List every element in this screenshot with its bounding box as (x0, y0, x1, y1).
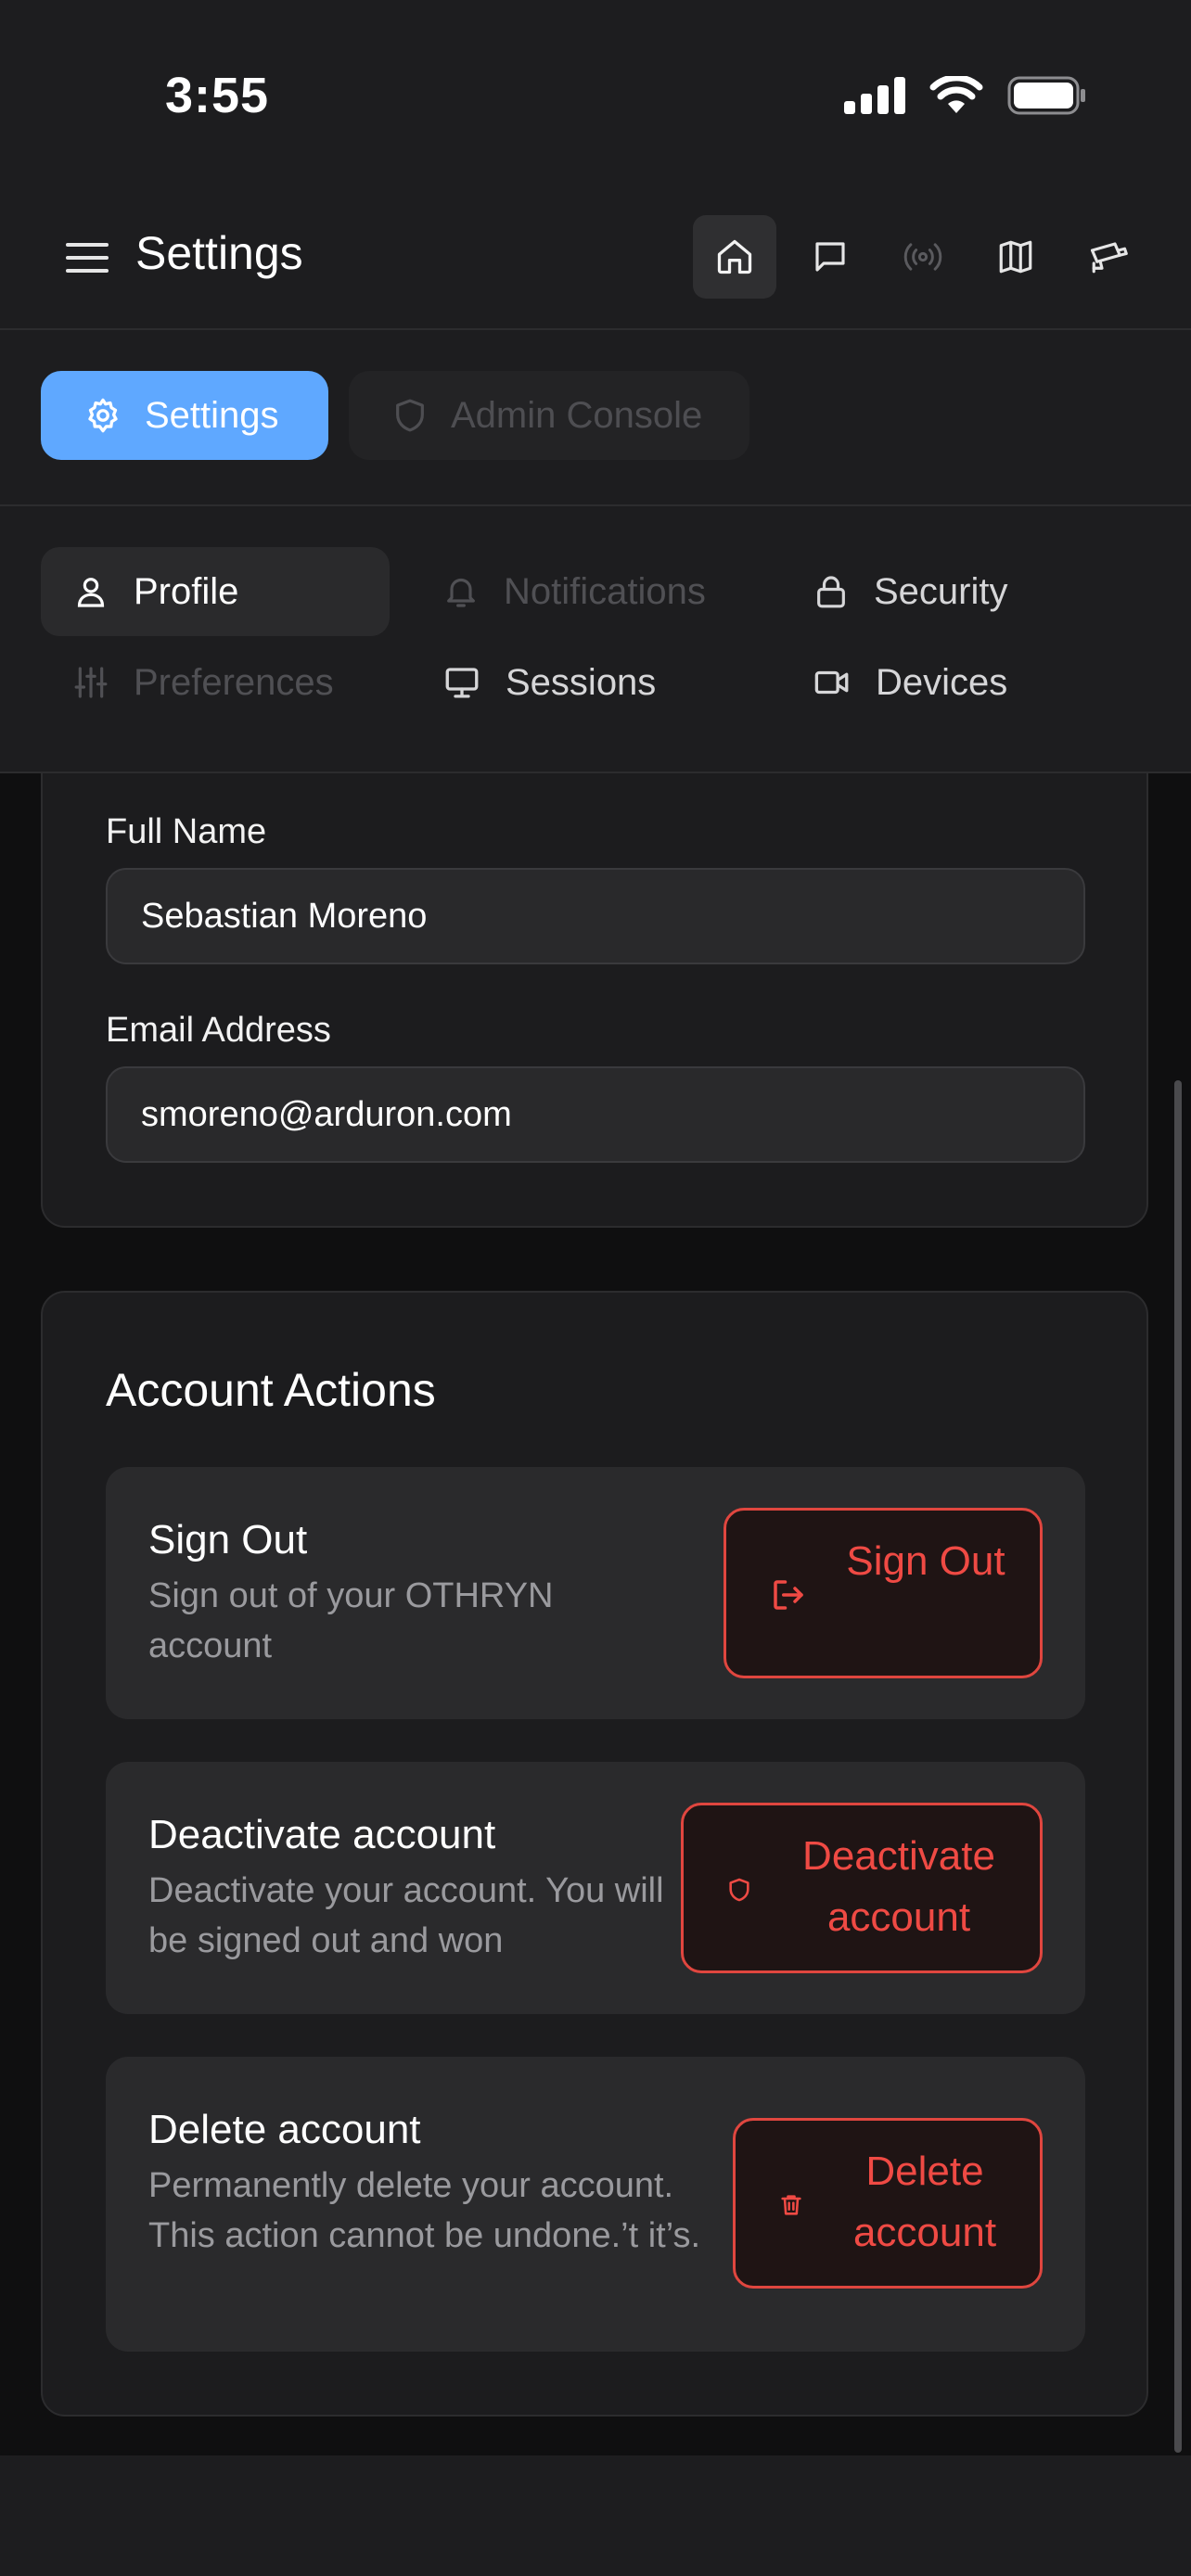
status-bar: 3:55 (0, 0, 1191, 185)
subtab-notifications[interactable]: Notifications (411, 547, 760, 636)
subtab-sessions-label: Sessions (506, 661, 657, 703)
subtab-preferences-label: Preferences (134, 661, 334, 703)
subtab-security-label: Security (874, 570, 1008, 612)
sign-out-button[interactable]: Sign Out (724, 1508, 1043, 1678)
hamburger-menu-icon (66, 241, 109, 274)
page-title: Settings (135, 227, 303, 279)
action-row-deactivate: Deactivate account Deactivate your accou… (106, 1762, 1085, 2014)
full-name-label: Full Name (106, 812, 267, 851)
tab-admin-console-label: Admin Console (451, 394, 703, 436)
top-tab-bar: Settings Admin Console (0, 330, 1191, 506)
home-icon (714, 236, 755, 277)
scrollbar[interactable] (1174, 1080, 1182, 2453)
subtab-notifications-label: Notifications (504, 570, 706, 612)
subtab-profile[interactable]: Profile (41, 547, 390, 636)
subtab-sessions[interactable]: Sessions (411, 638, 760, 727)
deactivate-button[interactable]: Deactivate account (681, 1803, 1043, 1973)
delete-description: Permanently delete your account. This ac… (148, 2166, 701, 2255)
content-scroll-area[interactable]: Full Name Email Address Account Actions … (0, 773, 1191, 2455)
messages-button[interactable] (788, 215, 872, 299)
app-header: Settings (0, 185, 1191, 330)
tab-admin-console[interactable]: Admin Console (349, 371, 749, 460)
chat-icon (811, 237, 850, 276)
profile-section-tabs: Profile Notifications Security Preferenc… (0, 506, 1191, 773)
video-icon (813, 663, 852, 702)
subtab-devices[interactable]: Devices (781, 638, 1130, 727)
camera-button[interactable] (1067, 215, 1150, 299)
full-name-input[interactable] (106, 868, 1085, 964)
map-icon (996, 237, 1035, 276)
shield-icon (726, 1876, 752, 1904)
sliders-icon (72, 663, 109, 702)
status-time: 3:55 (165, 68, 270, 123)
sign-out-description: Sign out of your OTHRYN account (148, 1576, 554, 1665)
deactivate-title: Deactivate account (148, 1812, 496, 1857)
delete-title: Delete account (148, 2107, 421, 2152)
status-icons (844, 72, 1087, 119)
delete-button[interactable]: Delete account (733, 2118, 1043, 2289)
action-row-sign-out: Sign Out Sign out of your OTHRYN account… (106, 1467, 1085, 1719)
sign-out-title: Sign Out (148, 1517, 308, 1562)
broadcast-button[interactable] (881, 215, 965, 299)
menu-button[interactable] (61, 232, 113, 284)
email-label: Email Address (106, 1011, 331, 1050)
user-icon (72, 572, 109, 611)
home-button[interactable] (693, 215, 776, 299)
bell-icon (442, 572, 480, 611)
battery-icon (1007, 76, 1087, 115)
bottom-bar (0, 2455, 1191, 2576)
subtab-preferences[interactable]: Preferences (41, 638, 390, 727)
shield-icon (391, 396, 429, 435)
subtab-profile-label: Profile (134, 570, 239, 612)
gear-icon (83, 396, 122, 435)
monitor-icon (442, 663, 481, 702)
email-input[interactable] (106, 1066, 1085, 1163)
sign-out-button-label: Sign Out (846, 1538, 1005, 1584)
action-row-delete: Delete account Permanently delete your a… (106, 2057, 1085, 2352)
subtab-security[interactable]: Security (781, 547, 1130, 636)
camera-icon (1087, 237, 1130, 276)
deactivate-button-label: Deactivate account (802, 1833, 995, 1940)
lock-icon (813, 572, 850, 611)
delete-button-label: Delete account (852, 2149, 997, 2255)
account-actions-title: Account Actions (106, 1364, 436, 1416)
tab-settings-label: Settings (145, 394, 279, 436)
map-button[interactable] (974, 215, 1057, 299)
cellular-signal-icon (844, 77, 905, 114)
subtab-devices-label: Devices (876, 661, 1008, 703)
tab-settings[interactable]: Settings (41, 371, 328, 460)
wifi-icon (929, 76, 983, 115)
deactivate-description: Deactivate your account. You will be sig… (148, 1871, 664, 1960)
broadcast-icon (902, 238, 944, 275)
sign-out-icon (769, 1575, 808, 1614)
trash-icon (778, 2191, 804, 2219)
